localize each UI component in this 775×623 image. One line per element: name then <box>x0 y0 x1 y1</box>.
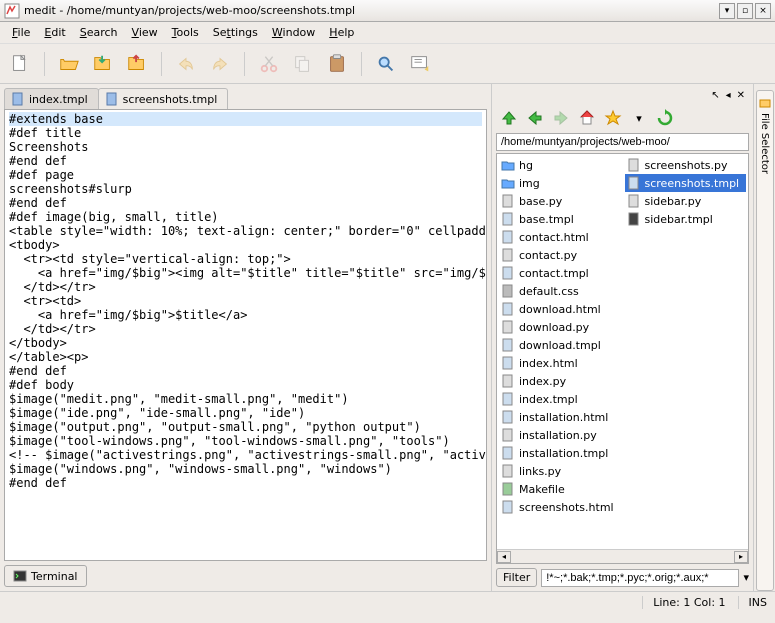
terminal-button[interactable]: Terminal <box>4 565 87 587</box>
terminal-icon <box>13 569 27 583</box>
file-icon <box>105 92 119 106</box>
back-button[interactable] <box>524 107 546 129</box>
filter-label[interactable]: Filter <box>496 568 537 587</box>
file-selector-tab[interactable]: File Selector <box>756 90 774 591</box>
menu-search[interactable]: Search <box>74 24 124 41</box>
file-item[interactable]: sidebar.py <box>625 192 747 210</box>
open-button[interactable] <box>55 50 83 78</box>
file-item[interactable]: screenshots.tmpl <box>625 174 747 192</box>
menu-view[interactable]: View <box>126 24 164 41</box>
file-item[interactable]: installation.html <box>499 408 621 426</box>
pane-left-icon[interactable]: ◂ <box>726 90 731 101</box>
file-item[interactable]: contact.py <box>499 246 621 264</box>
tab-screenshots[interactable]: screenshots.tmpl <box>98 88 229 109</box>
copy-button[interactable] <box>289 50 317 78</box>
menu-help[interactable]: Help <box>323 24 360 41</box>
home-button[interactable] <box>576 107 598 129</box>
undo-button[interactable] <box>172 50 200 78</box>
find-button[interactable] <box>372 50 400 78</box>
tab-index[interactable]: index.tmpl <box>4 88 99 109</box>
content-area: index.tmpl screenshots.tmpl #extends bas… <box>0 84 775 591</box>
file-selector-toolbar: ▾ <box>496 105 749 131</box>
file-item[interactable]: index.tmpl <box>499 390 621 408</box>
file-item[interactable]: download.html <box>499 300 621 318</box>
file-item[interactable]: download.py <box>499 318 621 336</box>
redo-button[interactable] <box>206 50 234 78</box>
paste-button[interactable] <box>323 50 351 78</box>
bookmark-button[interactable] <box>602 107 624 129</box>
text-editor[interactable]: #extends base#def titleScreenshots#end d… <box>4 109 487 561</box>
close-button[interactable]: × <box>755 3 771 19</box>
filter-input[interactable] <box>541 569 739 587</box>
file-item[interactable]: links.py <box>499 462 621 480</box>
app-icon <box>4 3 20 19</box>
file-item[interactable]: Makefile <box>499 480 621 498</box>
file-icon <box>11 92 25 106</box>
status-mode: INS <box>738 596 767 609</box>
dropdown-button[interactable]: ▾ <box>628 107 650 129</box>
find-replace-button[interactable] <box>406 50 434 78</box>
file-item[interactable]: contact.tmpl <box>499 264 621 282</box>
file-item[interactable]: index.html <box>499 354 621 372</box>
editor-tabs: index.tmpl screenshots.tmpl <box>4 88 487 109</box>
maximize-button[interactable]: ▫ <box>737 3 753 19</box>
editor-pane: index.tmpl screenshots.tmpl #extends bas… <box>0 84 491 591</box>
file-item[interactable]: hg <box>499 156 621 174</box>
file-selector-pane: ↖ ◂ ✕ ▾ hgimgbase.pybase.tmplcontact.htm… <box>491 84 753 591</box>
side-tab-strip: File Selector <box>753 84 775 591</box>
titlebar: medit - /home/muntyan/projects/web-moo/s… <box>0 0 775 22</box>
file-item[interactable]: index.py <box>499 372 621 390</box>
file-item[interactable]: img <box>499 174 621 192</box>
menu-window[interactable]: Window <box>266 24 321 41</box>
up-button[interactable] <box>498 107 520 129</box>
pane-close-icon[interactable]: ✕ <box>737 90 745 101</box>
folder-icon <box>759 97 771 109</box>
file-item[interactable]: installation.py <box>499 426 621 444</box>
file-item[interactable]: default.css <box>499 282 621 300</box>
file-item[interactable]: base.tmpl <box>499 210 621 228</box>
window-title: medit - /home/muntyan/projects/web-moo/s… <box>24 4 719 17</box>
file-item[interactable]: screenshots.html <box>499 498 621 516</box>
file-item[interactable]: contact.html <box>499 228 621 246</box>
file-item[interactable]: download.tmpl <box>499 336 621 354</box>
statusbar: Line: 1 Col: 1 INS <box>0 591 775 613</box>
minimize-button[interactable]: ▾ <box>719 3 735 19</box>
reload-button[interactable] <box>654 107 676 129</box>
status-position: Line: 1 Col: 1 <box>642 596 725 609</box>
pane-detach-icon[interactable]: ↖ <box>711 90 719 101</box>
filter-row: Filter ▾ <box>496 564 749 587</box>
menu-file[interactable]: File <box>6 24 36 41</box>
file-item[interactable]: sidebar.tmpl <box>625 210 747 228</box>
toolbar <box>0 44 775 84</box>
cut-button[interactable] <box>255 50 283 78</box>
menubar: File Edit Search View Tools Settings Win… <box>0 22 775 44</box>
save-as-button[interactable] <box>123 50 151 78</box>
path-input[interactable] <box>496 133 749 151</box>
menu-tools[interactable]: Tools <box>166 24 205 41</box>
file-item[interactable]: installation.tmpl <box>499 444 621 462</box>
file-item[interactable]: screenshots.py <box>625 156 747 174</box>
scrollbar-horizontal[interactable]: ◂▸ <box>497 549 748 563</box>
menu-edit[interactable]: Edit <box>38 24 71 41</box>
save-button[interactable] <box>89 50 117 78</box>
new-file-button[interactable] <box>6 50 34 78</box>
menu-settings[interactable]: Settings <box>207 24 264 41</box>
file-list[interactable]: hgimgbase.pybase.tmplcontact.htmlcontact… <box>496 153 749 564</box>
forward-button[interactable] <box>550 107 572 129</box>
file-item[interactable]: base.py <box>499 192 621 210</box>
